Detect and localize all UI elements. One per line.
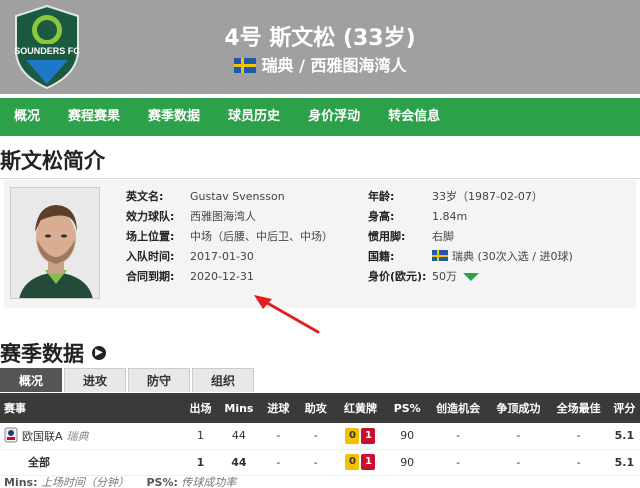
- col-mins[interactable]: Mins: [218, 393, 260, 423]
- col-aerial[interactable]: 争顶成功: [488, 393, 549, 423]
- table-row-total: 全部 1 44 - - 01 90 - - - 5.1: [0, 449, 640, 476]
- nav-transfers[interactable]: 转会信息: [374, 98, 454, 136]
- intro-title: 斯文松简介: [0, 149, 105, 173]
- nav-player-history[interactable]: 球员历史: [214, 98, 294, 136]
- season-stats-table: 赛事 出场 Mins 进球 助攻 红黄牌 PS% 创造机会 争顶成功 全场最佳 …: [0, 393, 640, 476]
- main-nav: 概况 赛程赛果 赛季数据 球员历史 身价浮动 转会信息: [0, 98, 640, 136]
- info-club: 效力球队: 西雅图海湾人: [126, 210, 256, 223]
- info-join-date: 入队时间: 2017-01-30: [126, 250, 254, 263]
- divider: [0, 178, 640, 179]
- red-card-count: 1: [361, 454, 376, 470]
- col-motm[interactable]: 全场最佳: [548, 393, 609, 423]
- profile-info-right: 年龄: 33岁（1987-02-07） 身高: 1.84m 惯用脚: 右脚 国籍: 瑞典…: [368, 190, 573, 290]
- info-height: 身高: 1.84m: [368, 210, 468, 223]
- team-name[interactable]: 瑞典: [67, 430, 89, 443]
- season-title: 赛季数据 ▶: [0, 338, 106, 368]
- col-goals[interactable]: 进球: [259, 393, 298, 423]
- info-foot: 惯用脚: 右脚: [368, 230, 454, 243]
- red-arrow-annotation: [254, 295, 320, 334]
- info-position: 场上位置: 中场（后腰、中后卫、中场）: [126, 230, 333, 243]
- col-cards[interactable]: 红黄牌: [334, 393, 387, 423]
- col-assists[interactable]: 助攻: [297, 393, 335, 423]
- player-photo: [10, 187, 100, 299]
- player-subtitle: 瑞典 / 西雅图海湾人: [0, 52, 640, 76]
- col-rating[interactable]: 评分: [608, 393, 640, 423]
- season-tabs: 概况 进攻 防守 组织: [0, 368, 256, 392]
- tab-defense[interactable]: 防守: [128, 368, 191, 392]
- red-card-count: 1: [361, 427, 376, 444]
- nav-season-stats[interactable]: 赛季数据: [134, 98, 214, 136]
- table-header: 赛事 出场 Mins 进球 助攻 红黄牌 PS% 创造机会 争顶成功 全场最佳 …: [0, 393, 640, 423]
- profile-info-left: 英文名: Gustav Svensson 效力球队: 西雅图海湾人 场上位置: 中场（…: [126, 190, 333, 290]
- info-age: 年龄: 33岁（1987-02-07）: [368, 190, 543, 203]
- tab-overview[interactable]: 概况: [0, 368, 63, 392]
- info-nationality: 国籍: 瑞典 (30次入选 / 进0球): [368, 250, 573, 263]
- player-header: SOUNDERS FC 4号 斯文松 (33岁) 瑞典 / 西雅图海湾人: [0, 0, 640, 94]
- player-title: 4号 斯文松 (33岁): [224, 26, 416, 51]
- uefa-nations-league-icon: [4, 427, 18, 443]
- col-competition[interactable]: 赛事: [0, 393, 183, 423]
- info-contract-end: 合同到期: 2020-12-31: [126, 270, 254, 283]
- info-english-name: 英文名: Gustav Svensson: [126, 190, 285, 203]
- profile-box: 英文名: Gustav Svensson 效力球队: 西雅图海湾人 场上位置: 中场（…: [4, 180, 636, 308]
- nav-value-trend[interactable]: 身价浮动: [294, 98, 374, 136]
- sweden-flag-icon: [432, 250, 448, 261]
- tab-organize[interactable]: 组织: [192, 368, 255, 392]
- arrow-right-icon[interactable]: ▶: [92, 346, 106, 360]
- sweden-flag-icon: [233, 58, 256, 73]
- table-footnote: Mins: 上场时间（分钟） PS%: 传球成功率: [4, 476, 237, 488]
- rating: 5.1: [608, 449, 640, 476]
- yellow-card-count: 0: [345, 427, 360, 444]
- rating: 5.1: [608, 423, 640, 450]
- yellow-card-count: 0: [345, 454, 360, 470]
- col-apps[interactable]: 出场: [182, 393, 219, 423]
- col-ps[interactable]: PS%: [386, 393, 428, 423]
- total-label: 全部: [0, 449, 183, 476]
- tab-attack[interactable]: 进攻: [64, 368, 127, 392]
- competition-name[interactable]: 欧国联A: [22, 430, 63, 443]
- nav-overview[interactable]: 概况: [0, 98, 54, 136]
- info-market-value: 身价(欧元): 50万: [368, 270, 573, 290]
- col-chances[interactable]: 创造机会: [427, 393, 489, 423]
- value-down-icon: [463, 273, 479, 281]
- table-row: 欧国联A 瑞典 1 44 - - 01 90 - - - 5.1: [0, 423, 640, 450]
- nav-schedule[interactable]: 赛程赛果: [54, 98, 134, 136]
